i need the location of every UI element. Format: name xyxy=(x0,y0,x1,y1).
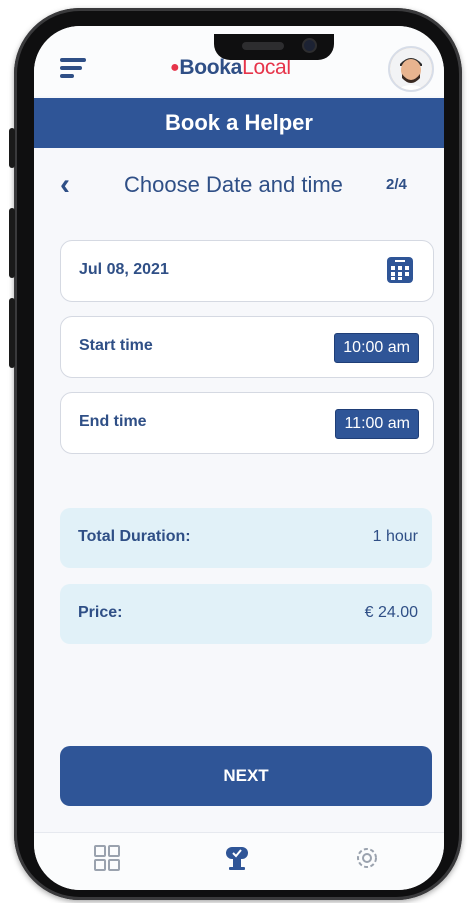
start-time-label: Start time xyxy=(79,337,153,354)
step-header: ‹ Choose Date and time 2/4 xyxy=(34,166,444,206)
mute-switch xyxy=(9,128,15,168)
avatar-illustration xyxy=(390,48,432,90)
price-value: € 24.00 xyxy=(364,604,418,621)
date-field[interactable]: Jul 08, 2021 xyxy=(60,240,434,302)
end-time-label: End time xyxy=(79,413,147,430)
back-chevron-icon[interactable]: ‹ xyxy=(60,168,70,202)
calendar-icon[interactable] xyxy=(387,257,413,283)
next-button[interactable]: NEXT xyxy=(60,746,432,806)
total-duration-value: 1 hour xyxy=(372,528,418,545)
phone-screen: ●BookaLocal Book a Helper ‹ Choose Date … xyxy=(34,26,444,890)
grid-icon[interactable] xyxy=(92,843,132,883)
start-time-picker[interactable]: 10:00 am xyxy=(334,333,419,363)
total-duration-label: Total Duration: xyxy=(78,528,191,545)
location-pin-icon: ● xyxy=(170,59,180,76)
price-label: Price: xyxy=(78,604,123,621)
helper-icon-graphic xyxy=(226,847,248,870)
price-box: Price: € 24.00 xyxy=(60,584,432,644)
step-counter: 2/4 xyxy=(386,176,407,193)
camera-notch xyxy=(214,34,334,60)
hamburger-menu-icon[interactable] xyxy=(60,58,86,78)
end-time-picker[interactable]: 11:00 am xyxy=(335,409,419,439)
page-title: Book a Helper xyxy=(165,110,313,135)
date-value: Jul 08, 2021 xyxy=(79,261,169,278)
front-camera xyxy=(304,40,315,51)
gear-icon xyxy=(357,848,377,868)
start-time-field: Start time 10:00 am xyxy=(60,316,434,378)
page-title-bar: Book a Helper xyxy=(34,98,444,148)
user-avatar[interactable] xyxy=(388,46,434,92)
volume-up-button xyxy=(9,208,15,278)
speaker-grille xyxy=(242,42,284,50)
step-title: Choose Date and time xyxy=(124,172,343,197)
helper-icon[interactable] xyxy=(222,843,262,883)
total-duration-box: Total Duration: 1 hour xyxy=(60,508,432,568)
bottom-nav xyxy=(34,832,444,890)
volume-down-button xyxy=(9,298,15,368)
end-time-field: End time 11:00 am xyxy=(60,392,434,454)
settings-icon[interactable] xyxy=(352,843,392,883)
grid-icon-graphic xyxy=(94,845,120,871)
